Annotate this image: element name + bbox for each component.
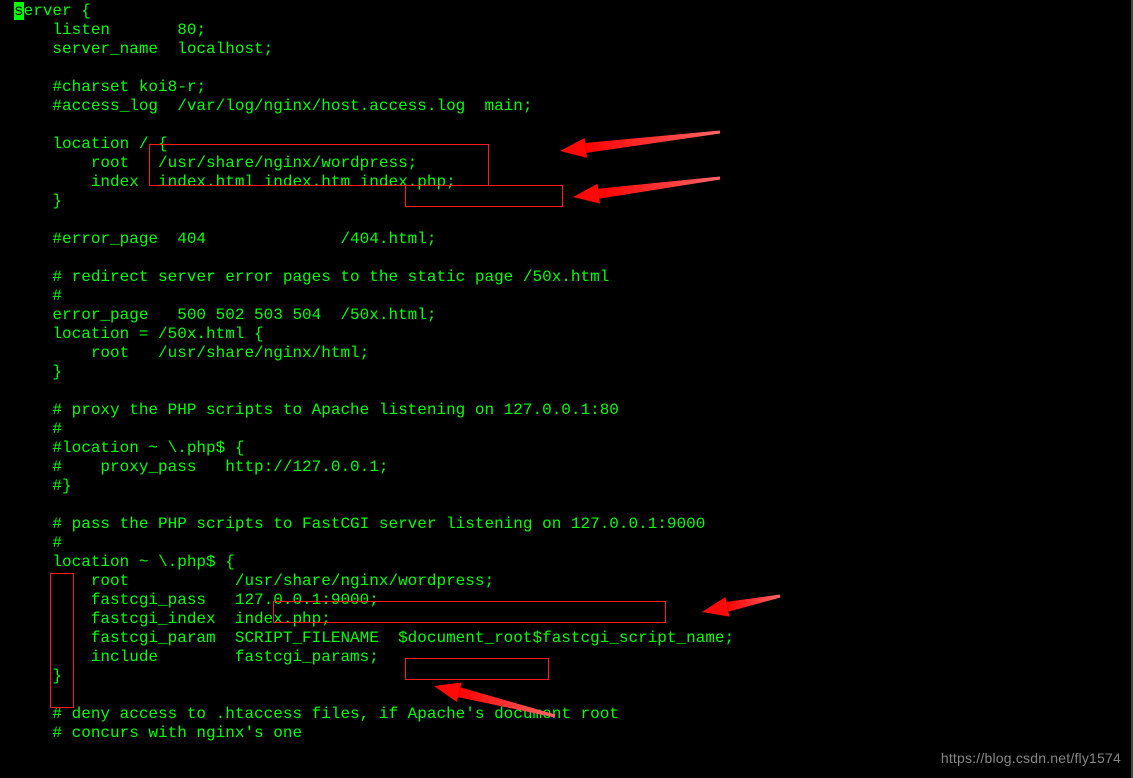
line-18: root /usr/share/nginx/html; (14, 344, 369, 362)
line-19: } (14, 363, 62, 381)
line-27: # pass the PHP scripts to FastCGI server… (14, 515, 705, 533)
line-24: # proxy_pass http://127.0.0.1; (14, 458, 388, 476)
line-4: #charset koi8-r; (14, 78, 206, 96)
line-5: #access_log /var/log/nginx/host.access.l… (14, 97, 532, 115)
config-content: server { listen 80; server_name localhos… (14, 2, 1131, 743)
line-29: location ~ \.php$ { (14, 553, 235, 571)
line-21: # proxy the PHP scripts to Apache listen… (14, 401, 619, 419)
line-2: server_name localhost; (14, 40, 273, 58)
line-10: } (14, 192, 62, 210)
line-8: root /usr/share/nginx/wordpress; (14, 154, 417, 172)
line-17: location = /50x.html { (14, 325, 264, 343)
line-31: fastcgi_pass 127.0.0.1:9000; (14, 591, 379, 609)
line-23: #location ~ \.php$ { (14, 439, 244, 457)
line-12: #error_page 404 /404.html; (14, 230, 436, 248)
terminal-viewport[interactable]: server { listen 80; server_name localhos… (0, 0, 1133, 778)
line-37: # deny access to .htaccess files, if Apa… (14, 705, 619, 723)
line-38: # concurs with nginx's one (14, 724, 302, 742)
line-30: root /usr/share/nginx/wordpress; (14, 572, 494, 590)
line-28: # (14, 534, 62, 552)
line-22: # (14, 420, 62, 438)
line-32: fastcgi_index index.php; (14, 610, 331, 628)
line-16: error_page 500 502 503 504 /50x.html; (14, 306, 436, 324)
terminal-cursor: s (14, 2, 24, 20)
line-7: location / { (14, 135, 168, 153)
line-33: fastcgi_param SCRIPT_FILENAME $document_… (14, 629, 734, 647)
line-35: } (14, 667, 62, 685)
line-34: include fastcgi_params; (14, 648, 379, 666)
watermark-text: https://blog.csdn.net/fly1574 (941, 749, 1121, 768)
line-15: # (14, 287, 62, 305)
line-1: listen 80; (14, 21, 206, 39)
line-25: #} (14, 477, 72, 495)
line-0-rest: erver { (24, 2, 91, 20)
line-9: index index.html index.htm index.php; (14, 173, 456, 191)
line-14: # redirect server error pages to the sta… (14, 268, 609, 286)
